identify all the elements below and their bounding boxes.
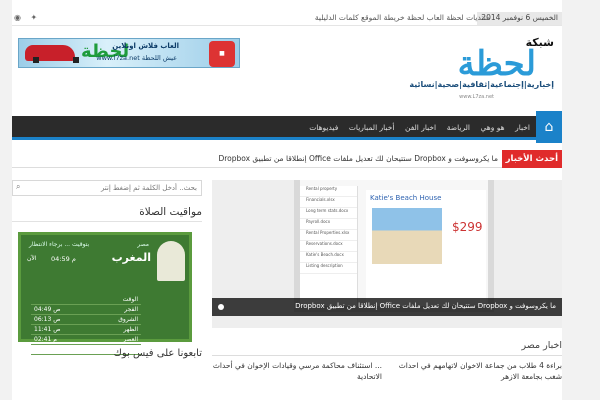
slide-image: Rental property Financials.xlsx Long ter… [294,180,494,312]
prayer-name: العصر [92,334,141,345]
logo-url: www.L7za.net [459,94,494,100]
list-item: Listing description [300,263,357,274]
news-item[interactable]: براءة 4 طلاب من جماعة الاخوان لاتهامهم ف… [392,360,562,382]
prayer-next: المغرب [111,251,151,264]
list-item: Rental Properties.xlsx [300,230,357,241]
beach-image [372,208,442,264]
prayer-time [31,295,93,305]
list-item: Payroll.docx [300,219,357,230]
logo-tagline: إخبارية|إجتماعية|ثقافية|صحية|نسائية [409,80,554,89]
list-item: Katie's Beach.docx [300,252,357,263]
rss-icon[interactable]: ◉ [14,13,24,23]
page: الخميس 6 نوفمبر 2014 منتديات لحظة العاب … [12,0,562,400]
table-row: الوقت [31,295,141,305]
mario-image: ■ [209,41,235,67]
prayer-name: الوقت [92,295,141,305]
prayer-widget-title: مواقيت الصلاة [12,206,202,222]
news-item[interactable]: ... استئناف محاكمة مرسي وقيادات الإخوان … [212,360,382,382]
ticker-text[interactable]: ما يكروسوفت و Dropbox ستتيحان لك تعديل م… [218,154,498,163]
news-ticker: أحدث الأخبار ما يكروسوفت و Dropbox ستتيح… [12,150,562,168]
slide-caption[interactable]: ما يكروسوفت و Dropbox ستتيحان لك تعديل م… [212,298,562,316]
doc-price: $299 [452,220,483,234]
nav-item[interactable]: فيديوهات [305,116,342,140]
logo-mark: لحظة [457,44,536,84]
file-list: Rental property Financials.xlsx Long ter… [300,186,358,306]
prayer-time: 04:49 ص [31,304,93,315]
prayer-table: الوقت 04:49 ص الفجر 06:13 ص الشروق 11:41 ص… [31,295,141,355]
list-item: Reservations.docx [300,241,357,252]
document-preview: Katie's Beach House $299 [366,190,486,306]
prayer-name: الظهر [92,324,141,335]
main-nav: ⌂ اخبار هو وهي الرياضة اخبار الفن أخبار … [12,111,562,143]
site-logo[interactable]: شبكة لحظة إخبارية|إجتماعية|ثقافية|صحية|ن… [409,36,554,104]
prayer-time: 11:41 ص [31,324,93,335]
nav-item[interactable]: هو وهي [477,116,509,140]
nav-item[interactable]: أخبار المباريات [345,116,399,140]
prayer-widget: مصر بتوقيت ... برجاء الانتظار المغرب الآ… [18,232,192,355]
nav-item[interactable]: اخبار الفن [401,116,440,140]
nav-item[interactable]: اخبار [511,116,534,140]
current-date: الخميس 6 نوفمبر 2014 [477,12,562,25]
table-row: 06:13 ص الشروق [31,314,141,325]
home-icon[interactable]: ⌂ [536,111,562,143]
social-links: ◉ ✦ [14,13,45,23]
prayer-name: الفجر [92,304,141,315]
doc-heading: Katie's Beach House [370,194,442,202]
nav-item[interactable]: الرياضة [443,116,474,140]
banner-line1: العاب فلاش اونلاين [112,42,179,50]
list-item: Long term stats.docx [300,208,357,219]
prayer-time: 02:41 م [31,334,93,345]
top-links[interactable]: منتديات لحظة العاب لحظة خريطة الموقع كلم… [315,13,490,22]
prayer-name: الشروق [92,314,141,325]
list-item: Rental property [300,186,357,197]
car-image [25,45,79,63]
prayer-city: مصر [137,241,149,248]
table-row: 02:41 م العصر [31,334,141,345]
banner-line2: www.l7za.net عيش اللحظة [96,54,177,62]
top-bar: الخميس 6 نوفمبر 2014 منتديات لحظة العاب … [12,10,562,26]
table-row: 11:41 ص الظهر [31,324,141,335]
search-icon[interactable]: ⌕ [16,182,20,192]
prayer-time: 06:13 ص [31,314,93,325]
facebook-widget-title: تابعونا على فيس بوك [113,348,202,359]
prayer-now-label: الآن [27,255,37,262]
prayer-status: بتوقيت ... برجاء الانتظار [29,241,90,248]
section-title[interactable]: اخبار مصر [212,340,562,356]
search-input[interactable]: بحث.. أدخل الكلمة ثم إضغط إنتر [12,180,202,196]
ticker-label: أحدث الأخبار [501,150,562,168]
slider-dot[interactable] [218,304,224,310]
table-row: 04:49 ص الفجر [31,304,141,315]
featured-slider[interactable]: Rental property Financials.xlsx Long ter… [212,180,562,328]
ad-banner[interactable]: لحظة العاب فلاش اونلاين www.l7za.net عيش… [18,38,240,68]
twitter-icon[interactable]: ✦ [31,13,41,23]
prayer-clock: 04:59 م [51,255,76,263]
mosque-icon [157,241,185,281]
list-item: Financials.xlsx [300,197,357,208]
